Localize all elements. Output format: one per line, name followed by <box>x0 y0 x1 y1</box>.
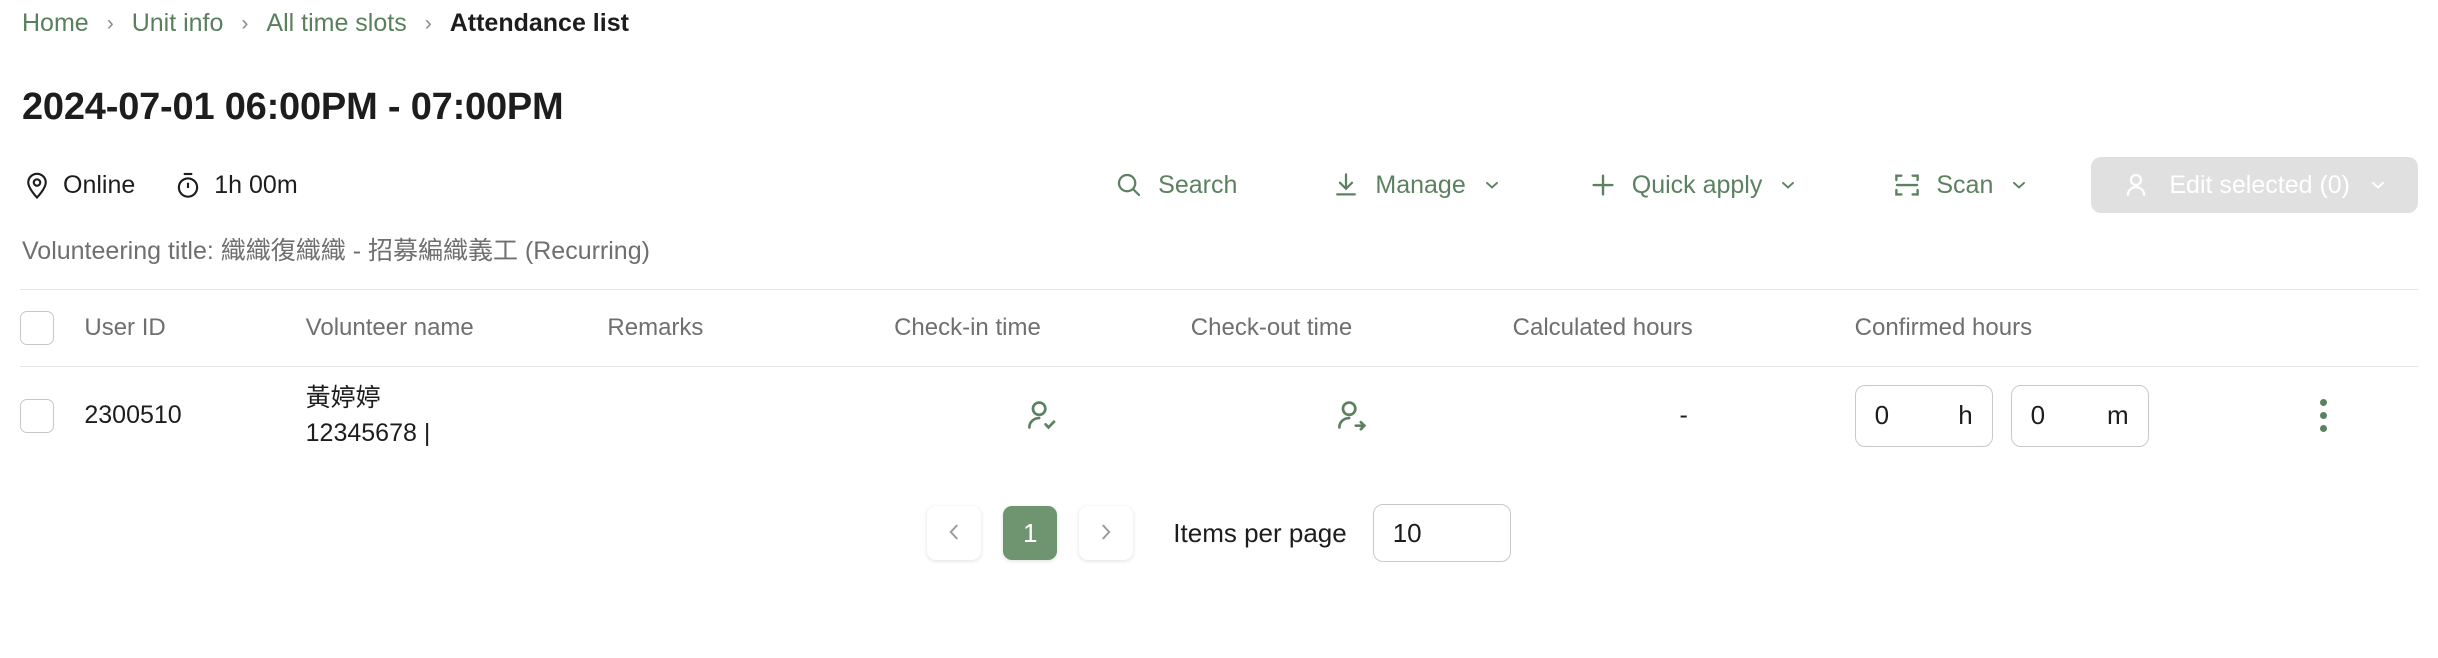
column-header-volunteer-name: Volunteer name <box>305 290 608 367</box>
hour-suffix-label: h <box>1958 400 1973 430</box>
breadcrumb-item-all-time-slots[interactable]: All time slots <box>266 9 406 38</box>
chevron-left-icon <box>943 521 965 546</box>
column-header-check-out-time: Check-out time <box>1190 290 1513 367</box>
row-select-cell <box>20 367 84 465</box>
breadcrumb-separator-icon: › <box>106 11 114 35</box>
volunteering-title: Volunteering title: 織織復織織 - 招募編織義工 (Recu… <box>22 237 650 265</box>
location-meta: Online <box>22 170 135 200</box>
cell-check-out-time <box>1191 367 1513 465</box>
column-header-remarks: Remarks <box>607 290 895 367</box>
pagination-page-1-button[interactable]: 1 <box>1003 506 1058 560</box>
quick-apply-button[interactable]: Quick apply <box>1584 162 1803 208</box>
chevron-down-icon <box>2368 175 2388 195</box>
search-button[interactable]: Search <box>1110 162 1241 208</box>
column-header-calculated-hours: Calculated hours <box>1512 290 1855 367</box>
chevron-down-icon <box>1482 175 1502 195</box>
column-header-check-in-time: Check-in time <box>894 290 1191 367</box>
scan-button[interactable]: Scan <box>1888 162 2033 208</box>
volunteer-name-text: 黃婷婷 <box>305 384 381 412</box>
items-per-page-select[interactable]: 10 <box>1372 504 1511 562</box>
attendance-list-page: Home › Unit info › All time slots › Atte… <box>0 0 2438 658</box>
user-check-in-icon[interactable] <box>894 397 1191 435</box>
column-header-confirmed-hours: Confirmed hours <box>1854 290 2278 367</box>
location-pin-icon <box>22 170 52 200</box>
download-icon <box>1331 170 1361 200</box>
select-all-checkbox[interactable] <box>20 311 54 345</box>
toolbar: Search Manage Quick apply Scan Edit sele… <box>1110 157 2418 213</box>
column-header-user-id: User ID <box>84 290 306 367</box>
volunteer-phone-text: 12345678 | <box>305 418 431 447</box>
meta-and-toolbar-row: Online 1h 00m Search Manage Quick apply … <box>20 157 2418 213</box>
plus-icon <box>1588 170 1618 200</box>
breadcrumb: Home › Unit info › All time slots › Atte… <box>20 0 2418 46</box>
page-title: 2024-07-01 06:00PM - 07:00PM <box>22 86 564 128</box>
minute-suffix-label: m <box>2106 400 2129 430</box>
chevron-down-icon <box>2009 175 2029 195</box>
duration-label: 1h 00m <box>214 170 298 199</box>
scan-icon <box>1892 170 1922 200</box>
chevron-down-icon <box>1778 175 1798 195</box>
scan-label: Scan <box>1936 170 1994 199</box>
cell-row-actions <box>2277 367 2418 465</box>
row-more-options-icon[interactable] <box>2303 399 2343 432</box>
row-select-checkbox[interactable] <box>20 398 54 433</box>
breadcrumb-item-home[interactable]: Home <box>22 9 89 38</box>
table-row: 2300510 黃婷婷 12345678 | - 0 h 0 m <box>20 367 2418 465</box>
attendance-table: User ID Volunteer name Remarks Check-in … <box>20 290 2418 464</box>
pagination: 1 Items per page 10 <box>20 504 2418 562</box>
chevron-right-icon <box>1095 521 1117 546</box>
edit-selected-label: Edit selected (0) <box>2169 170 2350 199</box>
items-per-page-label: Items per page <box>1173 517 1347 548</box>
manage-label: Manage <box>1375 170 1466 199</box>
items-per-page-value: 10 <box>1392 517 1422 548</box>
breadcrumb-separator-icon: › <box>424 11 432 35</box>
stopwatch-icon <box>173 170 203 200</box>
pagination-prev-button[interactable] <box>927 506 982 560</box>
search-label: Search <box>1158 170 1238 199</box>
cell-remarks <box>607 367 894 465</box>
column-header-actions <box>2277 290 2418 367</box>
cell-calculated-hours: - <box>1679 401 1688 429</box>
breadcrumb-item-unit-info[interactable]: Unit info <box>132 9 224 38</box>
quick-apply-label: Quick apply <box>1631 170 1763 199</box>
cell-check-in-time <box>894 367 1191 465</box>
duration-meta: 1h 00m <box>173 170 298 200</box>
meta-group: Online 1h 00m <box>22 170 298 200</box>
breadcrumb-separator-icon: › <box>241 11 249 35</box>
manage-button[interactable]: Manage <box>1327 162 1505 208</box>
edit-selected-button[interactable]: Edit selected (0) <box>2091 157 2418 213</box>
confirmed-hours-minute-input[interactable]: 0 m <box>2010 384 2149 447</box>
table-header-row: User ID Volunteer name Remarks Check-in … <box>20 290 2418 367</box>
location-label: Online <box>63 170 136 199</box>
cell-user-id: 2300510 <box>84 401 182 429</box>
select-all-header <box>20 290 85 367</box>
confirmed-hours-minute-value: 0 <box>2030 400 2046 430</box>
user-icon <box>2121 170 2151 200</box>
confirmed-hours-hour-input[interactable]: 0 h <box>1854 384 1993 447</box>
cell-volunteer-name: 黃婷婷 12345678 | <box>306 367 608 465</box>
confirmed-hours-hour-value: 0 <box>1874 400 1890 430</box>
search-icon <box>1114 170 1144 200</box>
user-check-out-icon[interactable] <box>1191 397 1513 435</box>
cell-confirmed-hours: 0 h 0 m <box>1854 367 2277 465</box>
pagination-next-button[interactable] <box>1079 506 1134 560</box>
breadcrumb-item-attendance-list: Attendance list <box>449 8 629 37</box>
